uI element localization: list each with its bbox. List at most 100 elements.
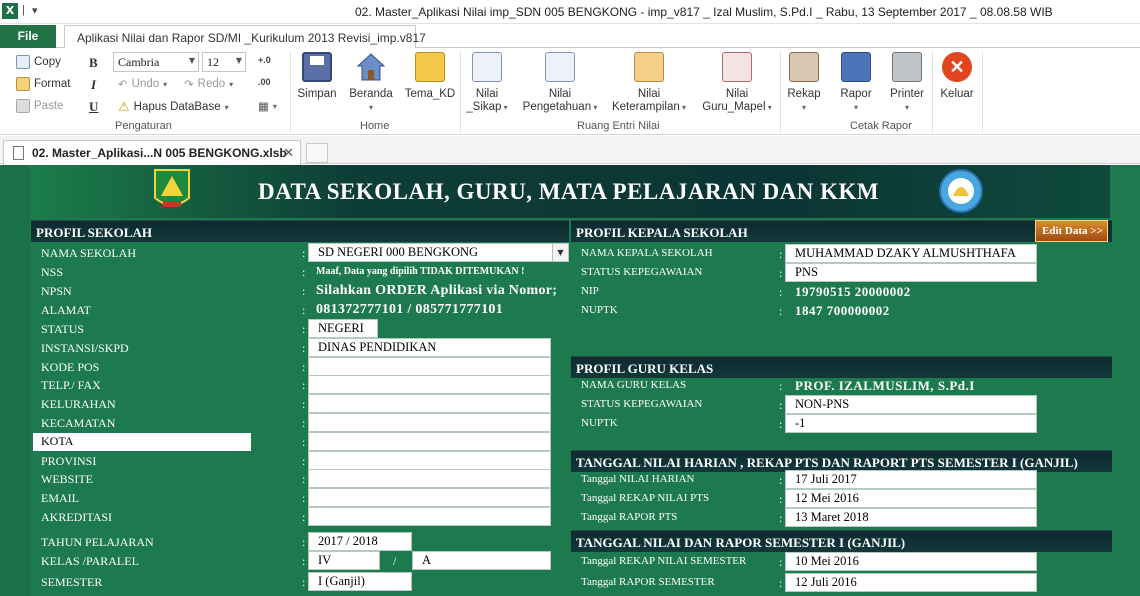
simpan-button[interactable]: Simpan bbox=[296, 52, 338, 101]
colon: : bbox=[779, 555, 783, 569]
format-painter-icon bbox=[16, 77, 30, 91]
tema-label: Tema_KD bbox=[404, 88, 456, 100]
field-7[interactable] bbox=[308, 375, 551, 394]
rekap-button[interactable]: Rekap ▾ bbox=[784, 52, 824, 114]
tanggal_pts-label-2: Tanggal RAPOR PTS bbox=[581, 511, 678, 523]
paste-button[interactable]: Paste bbox=[16, 99, 63, 113]
hapus-database-button[interactable]: ⚠ Hapus DataBase ▾ bbox=[118, 99, 229, 115]
profil-sekolah-header: PROFIL SEKOLAH bbox=[31, 220, 569, 242]
page-title: DATA SEKOLAH, GURU, MATA PELAJARAN DAN K… bbox=[258, 179, 880, 204]
tanggal-pts-header: TANGGAL NILAI HARIAN , REKAP PTS DAN RAP… bbox=[571, 450, 1112, 472]
paste-icon bbox=[16, 99, 30, 113]
group-separator bbox=[780, 52, 781, 132]
redo-button[interactable]: ↷ Redo ▾ bbox=[184, 77, 233, 91]
status-field[interactable]: NEGERI bbox=[308, 319, 378, 338]
quick-access-dropdown-icon[interactable]: ▾ bbox=[32, 4, 38, 17]
colon: : bbox=[302, 416, 306, 430]
format-painter-button[interactable]: Format bbox=[16, 77, 70, 91]
nilai-pengetahuan-line1: Nilai bbox=[548, 88, 572, 100]
nilai-pengetahuan-button[interactable]: Nilai Pengetahuan ▾ bbox=[518, 52, 602, 114]
colon: : bbox=[302, 265, 306, 279]
field-6[interactable] bbox=[308, 357, 551, 376]
tools-icon bbox=[634, 52, 664, 82]
underline-button[interactable]: U bbox=[89, 99, 98, 115]
colon: : bbox=[302, 246, 306, 260]
semester-label: SEMESTER bbox=[41, 575, 103, 589]
kota-label-highlight[interactable]: KOTA bbox=[33, 433, 251, 451]
colon: : bbox=[302, 360, 306, 374]
tanggal_pts-field-0[interactable]: 17 Juli 2017 bbox=[785, 470, 1037, 489]
field-5[interactable]: DINAS PENDIDIKAN bbox=[308, 338, 551, 357]
increase-decimal-icon[interactable]: +.0 bbox=[258, 55, 271, 65]
italic-button[interactable]: I bbox=[91, 77, 96, 93]
close-tab-icon[interactable]: ✕ bbox=[283, 145, 294, 161]
paralel-field[interactable]: A bbox=[412, 551, 551, 570]
beranda-button[interactable]: Beranda ▾ bbox=[346, 52, 396, 114]
tanggal_pts-field-1[interactable]: 12 Mei 2016 bbox=[785, 489, 1037, 508]
kepala-value-2: 19790515 20000002 bbox=[795, 284, 911, 299]
colon: : bbox=[779, 266, 783, 280]
font-name-value: Cambria bbox=[118, 55, 160, 69]
field-9[interactable] bbox=[308, 413, 551, 432]
chevron-down-icon[interactable]: ▼ bbox=[552, 244, 568, 261]
kepala-field-0[interactable]: MUHAMMAD DZAKY ALMUSHTHAFA bbox=[785, 244, 1037, 263]
copy-icon bbox=[16, 55, 30, 69]
nama-sekolah-select[interactable]: SD NEGERI 000 BENGKONG bbox=[308, 243, 569, 262]
file-tab[interactable]: File bbox=[0, 25, 56, 48]
font-size-select[interactable]: 12 ▼ bbox=[202, 52, 246, 72]
new-tab-button[interactable] bbox=[306, 143, 328, 163]
undo-button[interactable]: ↶ Undo ▾ bbox=[118, 77, 167, 91]
tanggal_pts-field-2[interactable]: 13 Maret 2018 bbox=[785, 508, 1037, 527]
field-14[interactable] bbox=[308, 507, 551, 526]
kepala-field-1[interactable]: PNS bbox=[785, 263, 1037, 282]
nilai-pengetahuan-line2: Pengetahuan bbox=[522, 101, 592, 113]
kepala-label-3: NUPTK bbox=[581, 304, 618, 316]
hapus-label: Hapus DataBase bbox=[133, 101, 221, 113]
keluar-button[interactable]: ✕ Keluar bbox=[937, 52, 977, 101]
group-label-home: Home bbox=[360, 120, 390, 132]
font-size-value: 12 bbox=[207, 55, 219, 69]
tema-kd-button[interactable]: Tema_KD bbox=[404, 52, 456, 101]
semester-field[interactable]: I (Ganjil) bbox=[308, 572, 412, 591]
tab-aplikasi-nilai[interactable]: Aplikasi Nilai dan Rapor SD/MI _Kurikulu… bbox=[64, 25, 426, 49]
colon: : bbox=[302, 322, 306, 336]
nilai-keterampilan-button[interactable]: Nilai Keterampilan ▾ bbox=[607, 52, 691, 114]
nilai-guru-mapel-button[interactable]: Nilai Guru_Mapel ▾ bbox=[697, 52, 777, 114]
group-separator bbox=[932, 52, 933, 132]
field-8[interactable] bbox=[308, 394, 551, 413]
guru-field-2[interactable]: -1 bbox=[785, 414, 1037, 433]
group-label-ruang-entri: Ruang Entri Nilai bbox=[577, 120, 660, 132]
tut-wuri-logo-icon bbox=[938, 168, 984, 214]
field-13[interactable] bbox=[308, 488, 551, 507]
decrease-decimal-icon[interactable]: .00 bbox=[258, 77, 271, 87]
edit-data-button[interactable]: Edit Data >> bbox=[1035, 220, 1108, 242]
field-10[interactable] bbox=[308, 432, 551, 451]
font-name-select[interactable]: Cambria ▼ bbox=[113, 52, 199, 72]
redo-icon: ↷ bbox=[184, 79, 194, 91]
rapor-button[interactable]: Rapor ▾ bbox=[836, 52, 876, 114]
excel-icon[interactable]: X bbox=[2, 3, 18, 19]
bold-button[interactable]: B bbox=[89, 55, 98, 71]
nilai-guru-line2: Guru_Mapel bbox=[702, 101, 766, 113]
borders-icon[interactable]: ▦ ▾ bbox=[258, 99, 277, 113]
guru-field-1[interactable]: NON-PNS bbox=[785, 395, 1037, 414]
kelas-label: KELAS /PARALEL bbox=[41, 554, 139, 568]
tanggal_sem-field-0[interactable]: 10 Mei 2016 bbox=[785, 552, 1037, 571]
document-tab[interactable]: 02. Master_Aplikasi...N 005 BENGKONG.xls… bbox=[3, 140, 301, 165]
colon: : bbox=[779, 417, 783, 431]
guru-label-1: STATUS KEPEGAWAIAN bbox=[581, 398, 703, 410]
tanggal_sem-field-1[interactable]: 12 Juli 2016 bbox=[785, 573, 1037, 592]
nilai-sikap-button[interactable]: Nilai _Sikap ▾ bbox=[463, 52, 511, 114]
tahun-field[interactable]: 2017 / 2018 bbox=[308, 532, 412, 551]
printer-button[interactable]: Printer ▾ bbox=[886, 52, 928, 114]
paste-label: Paste bbox=[34, 100, 64, 112]
field-12[interactable] bbox=[308, 469, 551, 488]
copy-button[interactable]: Copy bbox=[16, 55, 61, 69]
colon: : bbox=[302, 510, 306, 524]
keluar-label: Keluar bbox=[940, 88, 974, 100]
field-11[interactable] bbox=[308, 451, 551, 470]
kelas-field[interactable]: IV bbox=[308, 551, 380, 570]
colon: : bbox=[302, 491, 306, 505]
chevron-down-icon: ▾ bbox=[853, 103, 858, 112]
guru-value-0: PROF. IZALMUSLIM, S.Pd.I bbox=[795, 378, 975, 393]
